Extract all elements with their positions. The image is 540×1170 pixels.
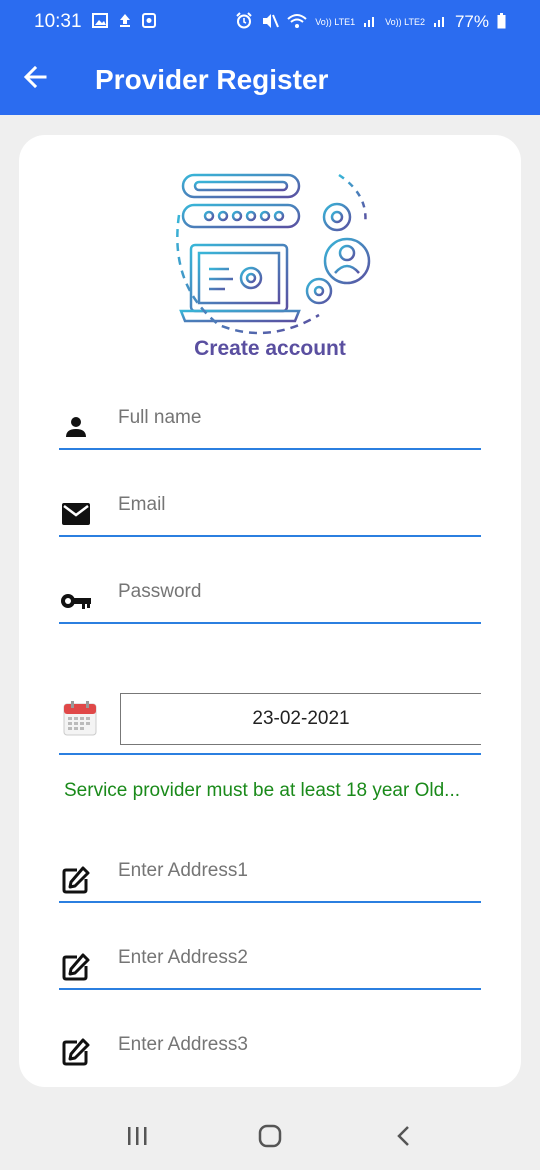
mute-icon — [261, 13, 280, 32]
address3-input[interactable] — [118, 1025, 478, 1065]
person-icon — [59, 410, 93, 444]
battery-percent: 77% — [454, 12, 489, 31]
password-input[interactable] — [118, 572, 478, 612]
email-field[interactable] — [59, 477, 481, 537]
register-card: Create account Full name Email Password … — [19, 135, 521, 1087]
edit-icon — [59, 863, 93, 897]
upload-icon — [118, 13, 132, 31]
sim2-label: Vo)) LTE2 — [385, 16, 425, 27]
battery-icon — [497, 12, 506, 32]
full-name-field[interactable] — [59, 390, 481, 450]
home-button[interactable] — [240, 1119, 300, 1159]
arrow-left-icon — [23, 65, 47, 93]
notification-app-icon — [141, 13, 156, 31]
address2-field[interactable] — [59, 930, 481, 990]
status-time: 10:31 — [34, 11, 82, 32]
create-account-caption: Create account — [194, 337, 346, 360]
full-name-input[interactable] — [118, 398, 478, 438]
mail-icon — [59, 497, 93, 531]
address2-input[interactable] — [118, 938, 478, 978]
sim1-label: Vo)) LTE1 — [315, 16, 356, 27]
calendar-icon[interactable] — [63, 700, 97, 736]
date-input[interactable]: 23-02-2021 — [120, 693, 481, 745]
password-field[interactable] — [59, 564, 481, 624]
dob-field: 23-02-2021 — [59, 692, 481, 755]
signal2-icon — [433, 14, 447, 31]
app-bar: Provider Register — [0, 44, 540, 115]
edit-icon — [59, 950, 93, 984]
page-title: Provider Register — [95, 63, 329, 95]
signal1-icon — [363, 14, 377, 31]
address3-field[interactable] — [59, 1015, 481, 1075]
address1-input[interactable] — [118, 851, 478, 891]
back-chevron-icon — [396, 1125, 410, 1154]
status-bar: 10:31 Vo)) LTE1 Vo)) LTE2 77% — [0, 0, 540, 44]
email-input[interactable] — [118, 485, 478, 525]
nav-back-button[interactable] — [373, 1119, 433, 1159]
wifi-icon — [287, 13, 307, 32]
key-icon — [59, 584, 93, 618]
alarm-icon — [235, 12, 253, 32]
gallery-icon — [91, 13, 108, 31]
age-note: Service provider must be at least 18 yea… — [64, 780, 461, 801]
system-nav-bar — [0, 1108, 540, 1170]
address1-field[interactable] — [59, 843, 481, 903]
back-button[interactable] — [0, 44, 70, 115]
edit-icon — [59, 1035, 93, 1069]
recents-icon — [126, 1125, 148, 1153]
create-account-illustration — [159, 165, 399, 365]
top-bar: 10:31 Vo)) LTE1 Vo)) LTE2 77% Provider R… — [0, 0, 540, 115]
recents-button[interactable] — [107, 1119, 167, 1159]
home-icon — [258, 1124, 282, 1155]
